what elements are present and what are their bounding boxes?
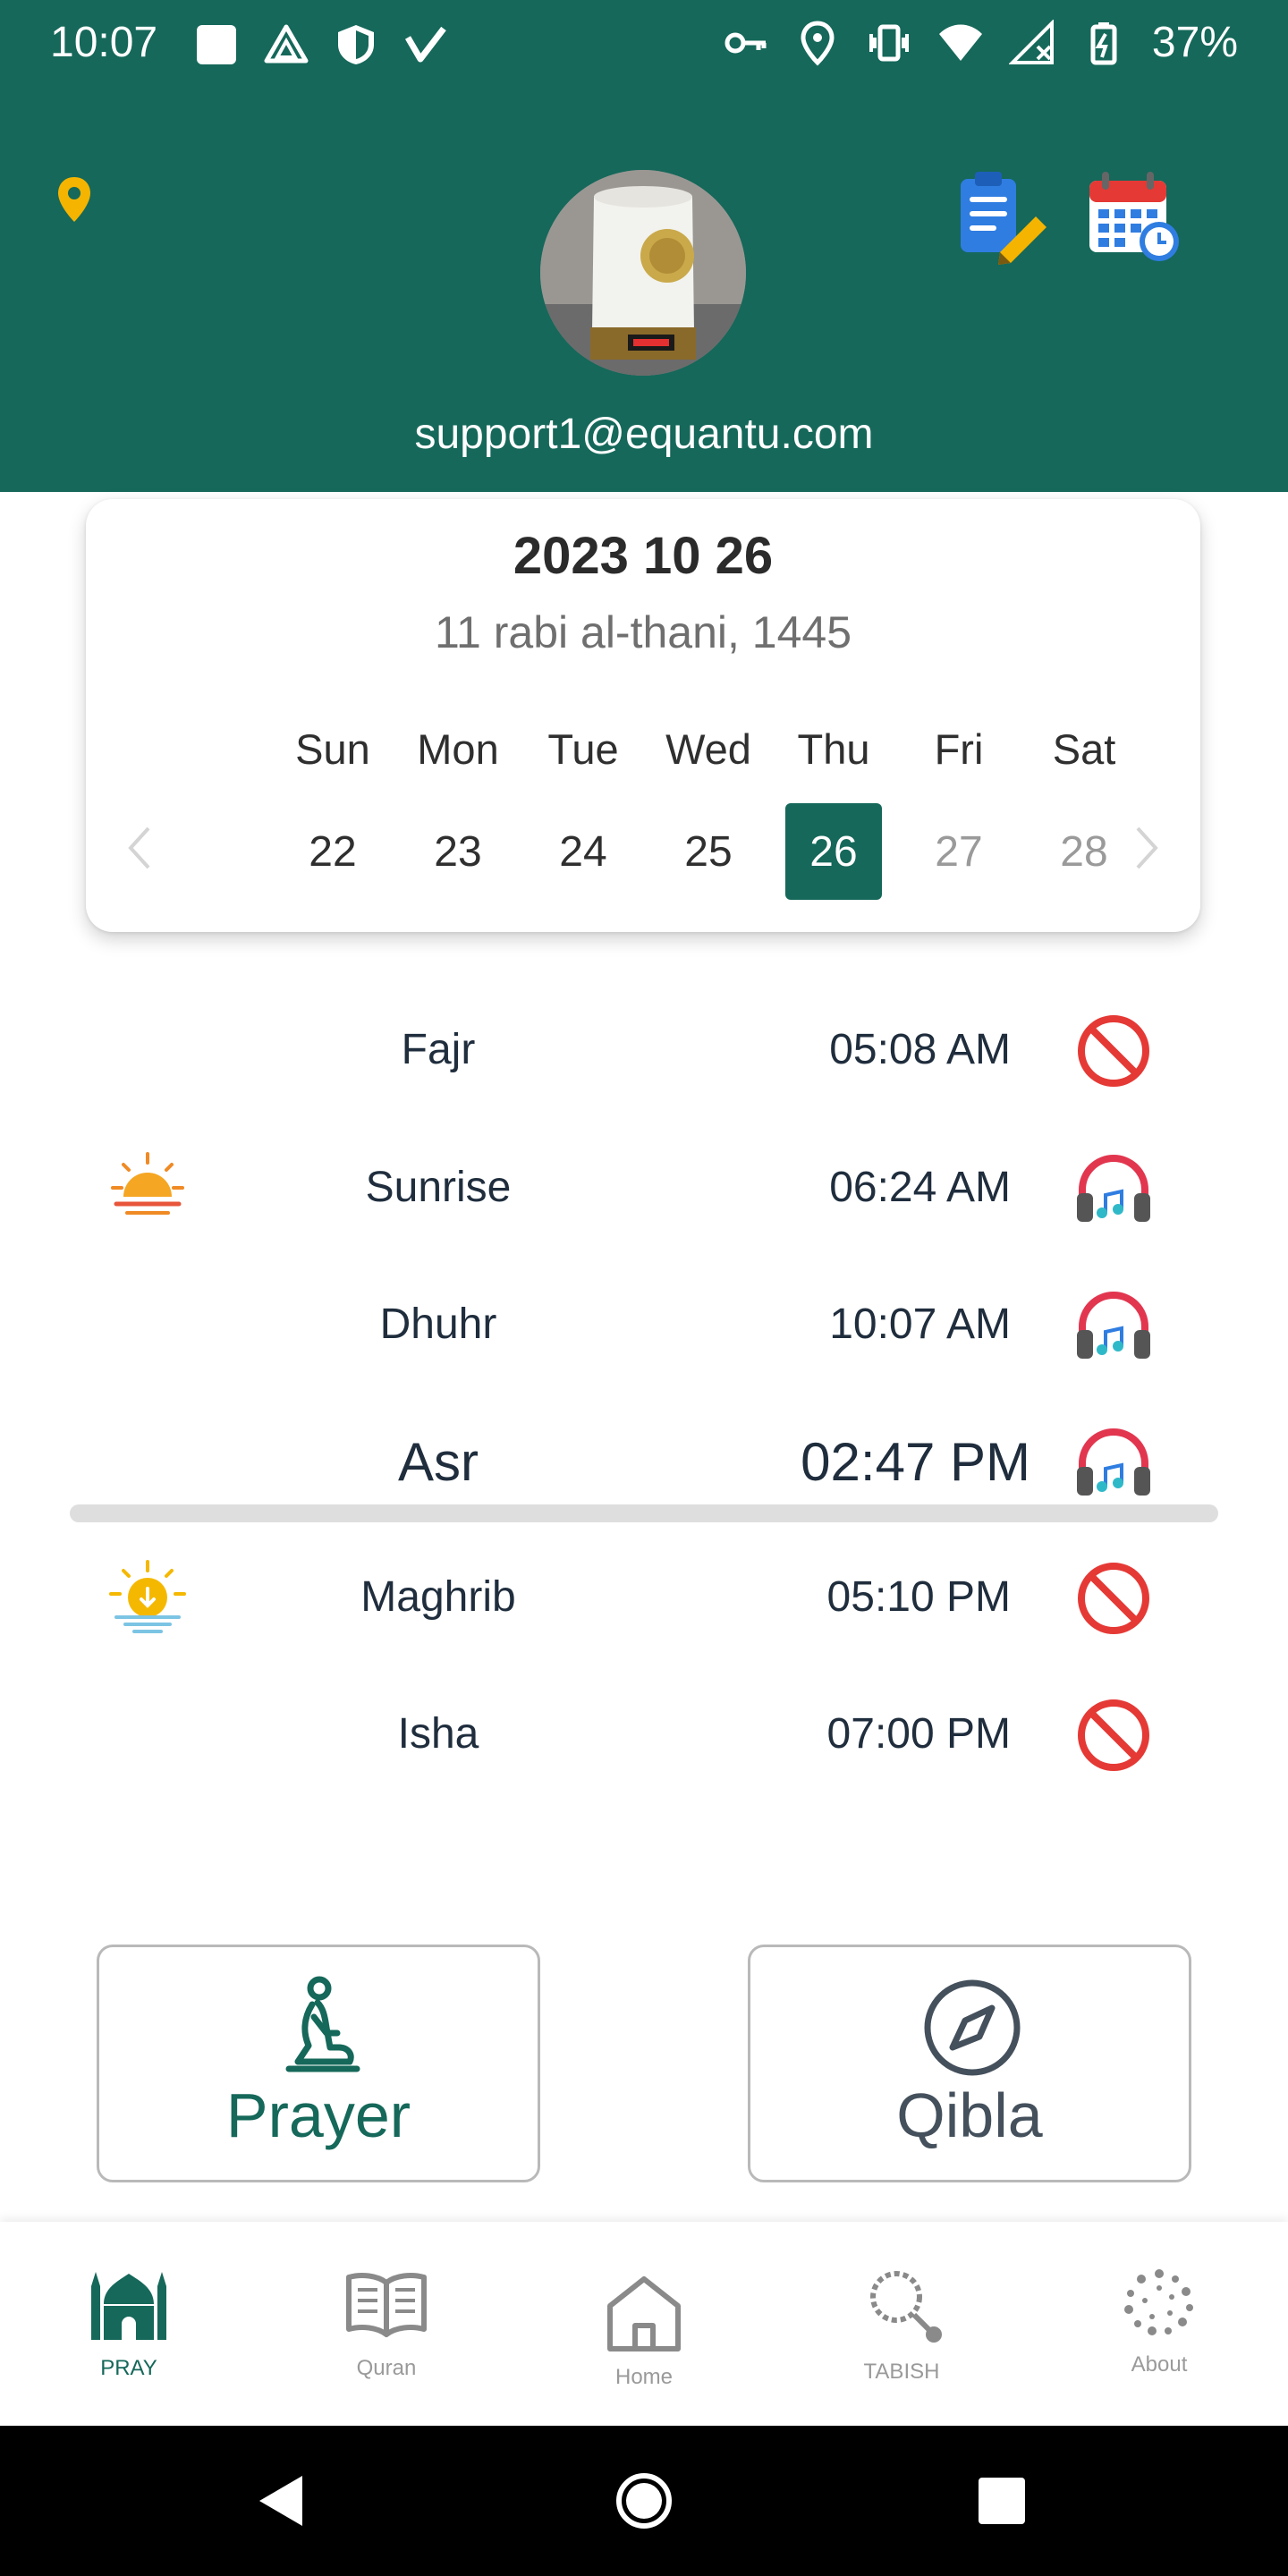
prayer-row-maghrib[interactable]: Maghrib 05:10 PM <box>0 1546 1288 1644</box>
key-icon <box>724 32 767 53</box>
prayer-row-isha[interactable]: Isha 07:00 PM <box>0 1682 1288 1781</box>
avatar-image-icon <box>540 170 746 376</box>
headphones-icon[interactable] <box>1073 1148 1154 1229</box>
weekday-label: Sat <box>1052 725 1116 773</box>
prayer-row-asr-current[interactable]: Asr 02:47 PM <box>0 1410 1288 1508</box>
prayer-time: 05:10 PM <box>826 1573 1011 1621</box>
location-pin-icon[interactable] <box>55 175 93 224</box>
back-icon[interactable] <box>250 2469 315 2533</box>
nav-label: Quran <box>356 2356 417 2380</box>
day-cell[interactable]: 23 <box>395 803 521 900</box>
headphones-icon[interactable] <box>1073 1422 1154 1503</box>
nav-label: About <box>1131 2352 1188 2377</box>
prayer-time: 10:07 AM <box>829 1301 1011 1348</box>
wifi-icon <box>938 24 982 61</box>
battery-percent: 37% <box>1151 19 1238 66</box>
prayer-name: Maghrib <box>360 1573 516 1621</box>
weekday-header: Sun Mon Tue Wed Thu Fri Sat <box>270 724 1147 774</box>
drive-icon <box>264 24 309 64</box>
prayer-row-sunrise[interactable]: Sunrise 06:24 AM <box>0 1136 1288 1234</box>
nav-label: TABISH <box>863 2360 940 2384</box>
nav-item-home[interactable]: Home <box>515 2222 773 2426</box>
prayer-button-label: Prayer <box>225 2080 411 2150</box>
prayer-button[interactable]: Prayer <box>97 1945 540 2182</box>
clipboard-edit-icon <box>961 172 1046 265</box>
hijri-date: 11 rabi al-thani, 1445 <box>434 607 852 657</box>
location-icon <box>801 20 835 66</box>
weekday-label: Tue <box>547 725 619 773</box>
next-week-chevron-icon[interactable] <box>1129 821 1165 875</box>
mute-icon[interactable] <box>1073 1011 1154 1091</box>
nav-item-pray[interactable]: PRAY <box>0 2222 258 2426</box>
weekday-label: Mon <box>417 725 499 773</box>
bottom-navigation: PRAY Quran Home TABISH About <box>0 2222 1288 2426</box>
day-row: 22 23 24 25 26 27 28 <box>270 803 1147 900</box>
headphones-icon[interactable] <box>1073 1285 1154 1366</box>
weekday-label: Fri <box>934 725 984 773</box>
home-icon <box>607 2276 681 2351</box>
qibla-button[interactable]: Qibla <box>748 1945 1191 2182</box>
verizon-icon <box>404 26 446 63</box>
prayer-name: Dhuhr <box>379 1301 497 1348</box>
status-bar: 10:07 37% <box>0 0 1288 89</box>
recents-icon[interactable] <box>970 2469 1034 2533</box>
nav-item-tabish[interactable]: TABISH <box>773 2222 1030 2426</box>
weekday-label: Sun <box>295 725 370 773</box>
weekday-label: Wed <box>665 725 751 773</box>
day-cell[interactable]: 24 <box>521 803 646 900</box>
prayer-time: 06:24 AM <box>829 1164 1011 1211</box>
weekday-label: Thu <box>797 725 870 773</box>
profile-header: 10:07 37% support1@equantu.com <box>0 0 1288 492</box>
battery-icon <box>1090 21 1117 64</box>
calendar-clock-icon <box>1089 172 1179 261</box>
prayer-name: Asr <box>398 1432 479 1492</box>
day-cell-selected[interactable]: 26 <box>771 803 896 900</box>
qibla-button-label: Qibla <box>896 2080 1043 2150</box>
user-email: support1@equantu.com <box>414 411 874 458</box>
nav-item-about[interactable]: About <box>1030 2222 1288 2426</box>
system-navigation-bar <box>0 2426 1288 2576</box>
compass-icon <box>924 1979 1021 2076</box>
shield-icon <box>338 25 374 64</box>
prayer-name: Sunrise <box>365 1164 512 1211</box>
nav-label: PRAY <box>100 2356 157 2380</box>
square-icon <box>197 25 236 64</box>
prayer-name: Isha <box>397 1710 479 1758</box>
sunrise-icon <box>111 1152 184 1215</box>
prayer-row-fajr[interactable]: Fajr 05:08 AM <box>0 998 1288 1097</box>
app-screen: 10:07 37% support1@equantu.com 2023 10 2… <box>0 0 1288 2576</box>
about-icon <box>1124 2269 1193 2335</box>
mute-icon[interactable] <box>1073 1695 1154 1775</box>
vibrate-icon <box>869 24 909 61</box>
prayer-time: 05:08 AM <box>829 1026 1011 1073</box>
nav-label: Home <box>614 2365 674 2389</box>
avatar[interactable] <box>540 170 746 376</box>
prayer-time: 07:00 PM <box>826 1710 1011 1758</box>
gregorian-date: 2023 10 26 <box>513 527 774 585</box>
day-cell[interactable]: 25 <box>646 803 771 900</box>
prayer-row-dhuhr[interactable]: Dhuhr 10:07 AM <box>0 1273 1288 1371</box>
day-cell[interactable]: 22 <box>270 803 395 900</box>
sunset-icon <box>109 1560 186 1633</box>
mosque-icon <box>91 2272 166 2340</box>
home-circle-icon[interactable] <box>612 2469 676 2533</box>
day-cell[interactable]: 27 <box>896 803 1021 900</box>
date-picker-card: 2023 10 26 11 rabi al-thani, 1445 Sun Mo… <box>86 499 1200 932</box>
praying-person-icon <box>285 1976 360 2072</box>
status-time: 10:07 <box>50 19 158 66</box>
current-prayer-progress-bar <box>70 1504 1218 1522</box>
mute-icon[interactable] <box>1073 1558 1154 1639</box>
prayer-name: Fajr <box>401 1026 476 1073</box>
day-cell[interactable]: 28 <box>1021 803 1147 900</box>
tasbih-icon <box>870 2271 942 2343</box>
book-icon <box>346 2273 427 2337</box>
prayer-time: 02:47 PM <box>801 1432 1030 1492</box>
nav-item-quran[interactable]: Quran <box>258 2222 515 2426</box>
previous-week-chevron-icon[interactable] <box>122 821 157 875</box>
calendar-schedule-button[interactable] <box>1084 166 1184 267</box>
notes-button[interactable] <box>952 166 1052 267</box>
signal-icon <box>1008 19 1054 64</box>
